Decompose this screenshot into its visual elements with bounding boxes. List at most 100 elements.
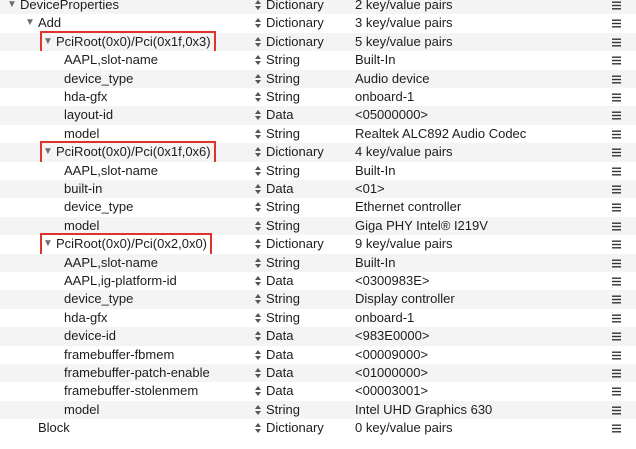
hamburger-menu-icon[interactable] bbox=[612, 254, 626, 272]
plist-row[interactable]: hda-gfx String onboard-1 bbox=[0, 88, 636, 107]
plist-type-cell[interactable]: String bbox=[254, 309, 300, 327]
plist-key-cell[interactable]: device_type bbox=[64, 198, 133, 216]
hamburger-menu-icon[interactable] bbox=[612, 382, 626, 400]
plist-key-cell[interactable]: device_type bbox=[64, 70, 133, 88]
stepper-arrows-icon[interactable] bbox=[254, 125, 264, 143]
plist-row[interactable]: Block Dictionary 0 key/value pairs bbox=[0, 419, 636, 438]
plist-key-cell[interactable]: AAPL,slot-name bbox=[64, 162, 158, 180]
plist-row[interactable]: ▼ PciRoot(0x0)/Pci(0x1f,0x6) Dictionary 4 k… bbox=[0, 141, 636, 164]
plist-row[interactable]: ▼ PciRoot(0x0)/Pci(0x1f,0x3) Dictionary 5 k… bbox=[0, 30, 636, 54]
plist-value-cell[interactable]: Built-In bbox=[355, 51, 395, 69]
stepper-arrows-icon[interactable] bbox=[254, 272, 264, 290]
plist-key-cell[interactable]: framebuffer-stolenmem bbox=[64, 382, 198, 400]
plist-key-cell[interactable]: device-id bbox=[64, 327, 116, 345]
plist-key-cell[interactable]: layout-id bbox=[64, 106, 113, 124]
disclosure-triangle-icon[interactable]: ▼ bbox=[6, 0, 18, 14]
plist-row[interactable]: device_type String Audio device bbox=[0, 69, 636, 88]
plist-value-cell[interactable]: <01> bbox=[355, 180, 385, 198]
stepper-arrows-icon[interactable] bbox=[254, 0, 264, 14]
disclosure-triangle-icon[interactable]: ▼ bbox=[24, 14, 36, 32]
plist-value-cell[interactable]: Giga PHY Intel® I219V bbox=[355, 217, 488, 235]
hamburger-menu-icon[interactable] bbox=[612, 33, 626, 51]
plist-type-cell[interactable]: String bbox=[254, 217, 300, 235]
plist-type-cell[interactable]: Dictionary bbox=[254, 33, 324, 51]
hamburger-menu-icon[interactable] bbox=[612, 272, 626, 290]
plist-value-cell[interactable]: onboard-1 bbox=[355, 88, 414, 106]
stepper-arrows-icon[interactable] bbox=[254, 327, 264, 345]
hamburger-menu-icon[interactable] bbox=[612, 217, 626, 235]
plist-key-cell[interactable]: framebuffer-fbmem bbox=[64, 346, 174, 364]
plist-value-cell[interactable]: Built-In bbox=[355, 254, 395, 272]
plist-row[interactable]: device_type String Ethernet controller bbox=[0, 198, 636, 217]
plist-type-cell[interactable]: String bbox=[254, 290, 300, 308]
plist-type-cell[interactable]: String bbox=[254, 51, 300, 69]
stepper-arrows-icon[interactable] bbox=[254, 419, 264, 437]
plist-value-cell[interactable]: 0 key/value pairs bbox=[355, 419, 453, 437]
plist-value-cell[interactable]: <0300983E> bbox=[355, 272, 429, 290]
stepper-arrows-icon[interactable] bbox=[254, 198, 264, 216]
hamburger-menu-icon[interactable] bbox=[612, 235, 626, 253]
plist-type-cell[interactable]: Dictionary bbox=[254, 14, 324, 32]
plist-value-cell[interactable]: onboard-1 bbox=[355, 309, 414, 327]
hamburger-menu-icon[interactable] bbox=[612, 162, 626, 180]
plist-type-cell[interactable]: Data bbox=[254, 180, 293, 198]
plist-value-cell[interactable]: <983E0000> bbox=[355, 327, 429, 345]
stepper-arrows-icon[interactable] bbox=[254, 106, 264, 124]
plist-value-cell[interactable]: Display controller bbox=[355, 290, 455, 308]
plist-row[interactable]: model String Giga PHY Intel® I219V bbox=[0, 216, 636, 236]
plist-type-cell[interactable]: Data bbox=[254, 364, 293, 382]
plist-row[interactable]: AAPL,ig-platform-id Data <0300983E> bbox=[0, 272, 636, 291]
plist-key-cell[interactable]: device_type bbox=[64, 290, 133, 308]
plist-key-cell[interactable]: model bbox=[64, 401, 99, 419]
plist-row[interactable]: framebuffer-stolenmem Data <00003001> bbox=[0, 382, 636, 401]
stepper-arrows-icon[interactable] bbox=[254, 143, 264, 161]
hamburger-menu-icon[interactable] bbox=[612, 125, 626, 143]
plist-value-cell[interactable]: <00003001> bbox=[355, 382, 428, 400]
plist-type-cell[interactable]: Data bbox=[254, 327, 293, 345]
plist-type-cell[interactable]: String bbox=[254, 88, 300, 106]
plist-key-cell[interactable]: Block bbox=[24, 419, 70, 437]
plist-type-cell[interactable]: Dictionary bbox=[254, 235, 324, 253]
plist-row[interactable]: built-in Data <01> bbox=[0, 180, 636, 199]
hamburger-menu-icon[interactable] bbox=[612, 51, 626, 69]
plist-key-cell[interactable]: built-in bbox=[64, 180, 102, 198]
plist-row[interactable]: framebuffer-patch-enable Data <01000000> bbox=[0, 364, 636, 383]
stepper-arrows-icon[interactable] bbox=[254, 162, 264, 180]
plist-key-cell[interactable]: ▼ PciRoot(0x0)/Pci(0x1f,0x3) bbox=[40, 30, 216, 54]
plist-value-cell[interactable]: <00009000> bbox=[355, 346, 428, 364]
plist-type-cell[interactable]: String bbox=[254, 401, 300, 419]
hamburger-menu-icon[interactable] bbox=[612, 106, 626, 124]
plist-type-cell[interactable]: Data bbox=[254, 272, 293, 290]
plist-key-cell[interactable]: hda-gfx bbox=[64, 88, 107, 106]
plist-value-cell[interactable]: Realtek ALC892 Audio Codec bbox=[355, 125, 526, 143]
plist-key-cell[interactable]: ▼ PciRoot(0x0)/Pci(0x2,0x0) bbox=[40, 233, 212, 256]
plist-key-cell[interactable]: framebuffer-patch-enable bbox=[64, 364, 210, 382]
plist-key-cell[interactable]: hda-gfx bbox=[64, 309, 107, 327]
stepper-arrows-icon[interactable] bbox=[254, 51, 264, 69]
plist-value-cell[interactable]: 4 key/value pairs bbox=[355, 143, 453, 161]
plist-value-cell[interactable]: 3 key/value pairs bbox=[355, 14, 453, 32]
plist-value-cell[interactable]: <05000000> bbox=[355, 106, 428, 124]
plist-key-cell[interactable]: model bbox=[64, 217, 99, 235]
plist-type-cell[interactable]: Data bbox=[254, 106, 293, 124]
hamburger-menu-icon[interactable] bbox=[612, 401, 626, 419]
plist-key-cell[interactable]: model bbox=[64, 125, 99, 143]
plist-key-cell[interactable]: ▼ PciRoot(0x0)/Pci(0x1f,0x6) bbox=[40, 141, 216, 164]
plist-row[interactable]: hda-gfx String onboard-1 bbox=[0, 308, 636, 328]
plist-value-cell[interactable]: 2 key/value pairs bbox=[355, 0, 453, 14]
plist-value-cell[interactable]: <01000000> bbox=[355, 364, 428, 382]
disclosure-triangle-icon[interactable]: ▼ bbox=[42, 235, 54, 253]
plist-type-cell[interactable]: String bbox=[254, 70, 300, 88]
stepper-arrows-icon[interactable] bbox=[254, 382, 264, 400]
hamburger-menu-icon[interactable] bbox=[612, 70, 626, 88]
plist-value-cell[interactable]: Audio device bbox=[355, 70, 429, 88]
hamburger-menu-icon[interactable] bbox=[612, 0, 626, 14]
hamburger-menu-icon[interactable] bbox=[612, 419, 626, 437]
plist-row[interactable]: model String Intel UHD Graphics 630 bbox=[0, 400, 636, 420]
stepper-arrows-icon[interactable] bbox=[254, 235, 264, 253]
plist-row[interactable]: AAPL,slot-name String Built-In bbox=[0, 161, 636, 180]
hamburger-menu-icon[interactable] bbox=[612, 309, 626, 327]
plist-type-cell[interactable]: Dictionary bbox=[254, 419, 324, 437]
plist-value-cell[interactable]: 5 key/value pairs bbox=[355, 33, 453, 51]
plist-type-cell[interactable]: String bbox=[254, 254, 300, 272]
